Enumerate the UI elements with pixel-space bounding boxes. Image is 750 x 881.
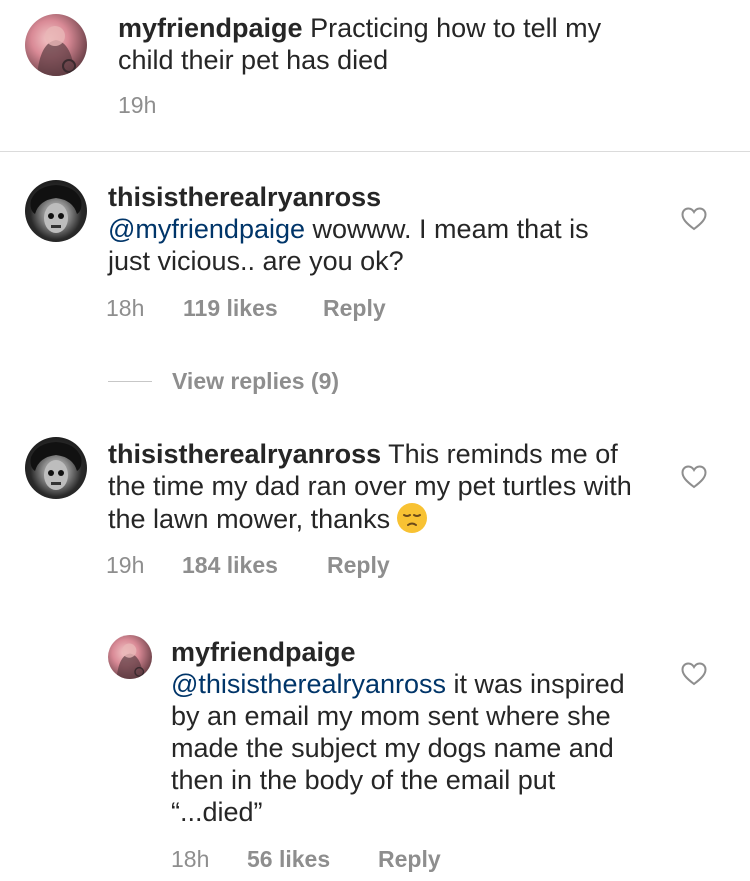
comment-meta: 19h 184 likes Reply xyxy=(106,552,390,579)
caption-text: myfriendpaige Practicing how to tell my … xyxy=(118,12,658,76)
comment-username[interactable]: thisistherealryanross xyxy=(108,181,628,213)
comment-time: 18h xyxy=(106,295,145,321)
like-button[interactable] xyxy=(681,207,707,231)
likes-count[interactable]: 184 likes xyxy=(182,552,327,579)
pensive-face-emoji xyxy=(396,502,428,534)
heart-outline-icon xyxy=(681,465,707,489)
comment-text: thisistherealryanross @myfriendpaige wow… xyxy=(108,181,628,277)
comment-username[interactable]: myfriendpaige xyxy=(171,636,651,668)
like-button[interactable] xyxy=(681,465,707,489)
avatar-photo xyxy=(30,442,82,490)
comment-meta: 18h 56 likes Reply xyxy=(171,846,441,873)
caption-meta: 19h xyxy=(118,92,156,119)
likes-count[interactable]: 56 likes xyxy=(247,846,378,873)
avatar[interactable] xyxy=(25,14,87,76)
avatar[interactable] xyxy=(25,180,87,242)
reply-button[interactable]: Reply xyxy=(323,295,386,322)
comment-time: 18h xyxy=(171,846,210,872)
caption-time: 19h xyxy=(118,92,157,118)
caption-username[interactable]: myfriendpaige xyxy=(118,13,303,43)
comment-time: 19h xyxy=(106,552,145,578)
avatar-photo xyxy=(30,185,82,233)
mention-link[interactable]: @myfriendpaige xyxy=(108,214,305,244)
reply-button[interactable]: Reply xyxy=(327,552,390,579)
post-caption: myfriendpaige Practicing how to tell my … xyxy=(0,0,750,152)
mention-link[interactable]: @thisistherealryanross xyxy=(171,669,446,699)
divider-line xyxy=(108,380,152,382)
like-button[interactable] xyxy=(681,662,707,686)
comment-username[interactable]: thisistherealryanross xyxy=(108,439,381,469)
avatar-photo xyxy=(37,26,76,76)
avatar-photo xyxy=(116,643,145,679)
avatar[interactable] xyxy=(25,437,87,499)
reply-button[interactable]: Reply xyxy=(378,846,441,873)
heart-outline-icon xyxy=(681,662,707,686)
likes-count[interactable]: 119 likes xyxy=(183,295,323,322)
view-replies-button[interactable]: View replies (9) xyxy=(108,366,339,396)
avatar[interactable] xyxy=(108,635,152,679)
comment-text: myfriendpaige @thisistherealryanross it … xyxy=(171,636,651,828)
view-replies-label: View replies (9) xyxy=(172,367,340,394)
heart-outline-icon xyxy=(681,207,707,231)
comment-text: thisistherealryanross This reminds me of… xyxy=(108,438,638,535)
comment-meta: 18h 119 likes Reply xyxy=(106,295,386,322)
